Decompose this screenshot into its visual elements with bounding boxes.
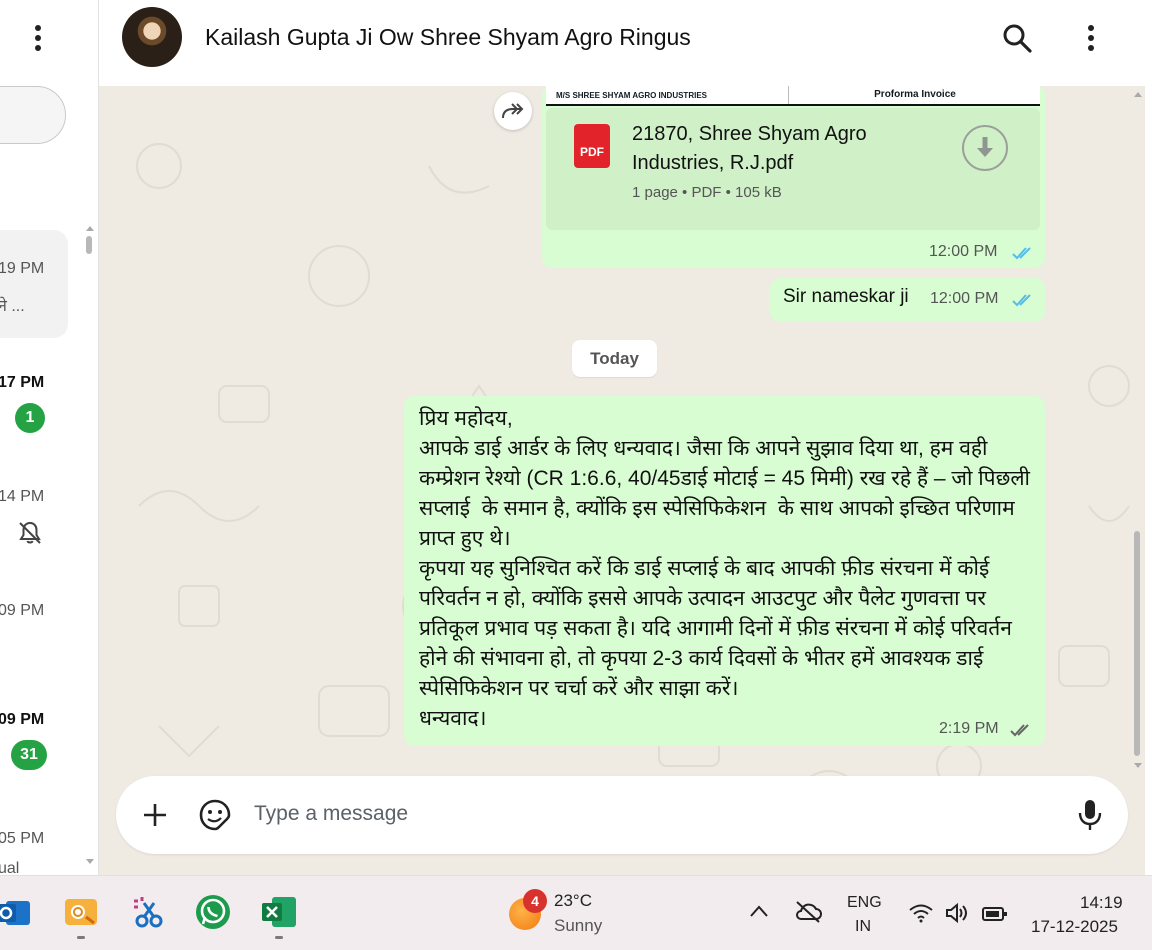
read-receipt-icon [1012, 247, 1031, 260]
chat-list-item-selected[interactable] [0, 230, 68, 338]
message-text: Sir nameskar ji [783, 286, 909, 307]
conversation-header: Kailash Gupta Ji Ow Shree Shyam Agro Rin… [99, 0, 1145, 87]
date-divider: Today [572, 340, 657, 377]
active-indicator [77, 936, 85, 939]
language-code[interactable]: ENG [847, 894, 882, 912]
wifi-icon[interactable] [908, 903, 934, 928]
delivered-receipt-icon [1010, 724, 1029, 737]
weather-condition[interactable]: Sunny [554, 916, 602, 936]
volume-icon[interactable] [944, 902, 970, 928]
message-time: 12:00 PM [930, 290, 999, 307]
outlook-classic-icon[interactable] [62, 893, 100, 931]
forward-button[interactable] [494, 92, 532, 130]
message-composer: Type a message [116, 776, 1128, 854]
weather-temp[interactable]: 23°C [554, 891, 592, 911]
outlook-icon[interactable] [0, 893, 32, 931]
contact-name[interactable]: Kailash Gupta Ji Ow Shree Shyam Agro Rin… [205, 24, 691, 51]
message-area: M/S SHREE SHYAM AGRO INDUSTRIES Proforma… [99, 86, 1145, 876]
message-text: प्रिय महोदय, आपके डाई आर्डर के लिए धन्यव… [419, 407, 1030, 730]
clock-time[interactable]: 14:19 [1080, 893, 1123, 913]
chat-time: 05 PM [0, 830, 45, 847]
file-name: 21870, Shree Shyam Agro Industries, R.J.… [632, 123, 867, 174]
message-scrollbar[interactable] [1134, 531, 1140, 756]
message-time: 12:00 PM [929, 243, 998, 260]
chat-time: 09 PM [0, 711, 45, 728]
attach-plus-icon[interactable] [140, 800, 170, 835]
scroll-up-arrow-icon[interactable] [1133, 90, 1143, 98]
cloud-off-icon[interactable] [794, 900, 822, 929]
contact-avatar[interactable] [122, 7, 182, 67]
unread-badge: 1 [15, 403, 45, 433]
read-receipt-icon [1012, 294, 1031, 307]
chat-search-input[interactable] [0, 86, 66, 144]
thumb-company: M/S SHREE SHYAM AGRO INDUSTRIES [556, 91, 707, 100]
excel-icon[interactable] [260, 893, 298, 931]
chat-time: 19 PM [0, 260, 45, 277]
active-indicator [275, 936, 283, 939]
message-time: 2:19 PM [939, 720, 999, 737]
unread-badge: 31 [11, 740, 47, 770]
sticker-icon[interactable] [198, 798, 232, 837]
snipping-tool-icon[interactable] [128, 893, 166, 931]
search-icon[interactable] [1001, 22, 1033, 59]
thumb-doc-type: Proforma Invoice [788, 86, 1041, 104]
taskbar: 4 23°C Sunny ENG IN 14:19 17-12-2025 [0, 875, 1152, 950]
clock-date[interactable]: 17-12-2025 [1031, 917, 1118, 937]
muted-bell-icon [17, 520, 43, 551]
pdf-file-icon: PDF [574, 124, 610, 168]
text-message[interactable]: प्रिय महोदय, आपके डाई आर्डर के लिए धन्यव… [404, 396, 1045, 746]
whatsapp-icon[interactable] [194, 893, 232, 931]
chat-time: 17 PM [0, 374, 45, 391]
battery-icon[interactable] [982, 906, 1008, 927]
file-meta: 1 page • PDF • 105 kB [632, 184, 782, 201]
chevron-up-icon[interactable] [748, 902, 770, 925]
scroll-up-arrow-icon[interactable] [85, 224, 95, 232]
text-message[interactable]: Sir nameskar ji 12:00 PM [770, 278, 1045, 322]
region-code[interactable]: IN [855, 918, 871, 936]
chat-list-panel: 19 PM ने ... 17 PM 1 14 PM 09 PM 09 PM 3… [0, 0, 99, 875]
document-card[interactable]: PDF 21870, Shree Shyam Agro Industries, … [546, 108, 1040, 230]
chat-time: 09 PM [0, 602, 45, 619]
chat-preview: ने ... [0, 298, 25, 315]
message-input[interactable]: Type a message [254, 802, 408, 826]
more-options-icon[interactable] [1079, 22, 1103, 59]
scroll-down-arrow-icon[interactable] [85, 858, 95, 866]
menu-dots-icon[interactable] [26, 22, 50, 54]
chat-time: 14 PM [0, 488, 45, 505]
download-icon[interactable] [962, 125, 1008, 171]
window-edge [1145, 0, 1152, 875]
weather-alert-badge: 4 [523, 889, 547, 913]
document-message[interactable]: M/S SHREE SHYAM AGRO INDUSTRIES Proforma… [542, 86, 1045, 268]
chat-list-scrollbar[interactable] [86, 236, 92, 254]
pdf-thumbnail[interactable]: M/S SHREE SHYAM AGRO INDUSTRIES Proforma… [546, 86, 1040, 106]
scroll-down-arrow-icon[interactable] [1133, 762, 1143, 770]
microphone-icon[interactable] [1076, 798, 1104, 837]
chat-preview: ual [0, 860, 20, 875]
